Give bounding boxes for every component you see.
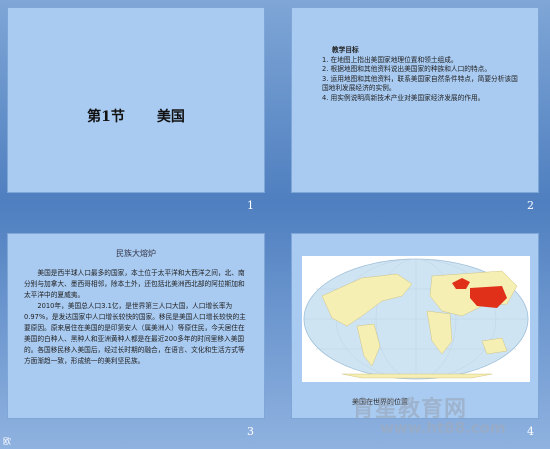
paragraph: 2010年，美国总人口3.1亿，是世界第三人口大国，人口增长率为0.97%，是发… — [24, 302, 246, 365]
slide-3-thumbnail[interactable]: 民族大熔炉 美国是西半球人口最多的国家，本土位于太平洋和大西洋之间，北、南分别与… — [7, 233, 265, 438]
world-map-image — [302, 256, 530, 382]
goal-item: 4. 用实例说明高新技术产业对美国家经济发展的作用。 — [322, 93, 485, 102]
slide-1-thumbnail[interactable]: 第1节 美国 1 — [7, 7, 265, 212]
slide-number: 1 — [247, 199, 254, 212]
slide-3-body: 美国是西半球人口最多的国家，本土位于太平洋和大西洋之间，北、南分别与加拿大、墨西… — [24, 268, 250, 367]
teaching-goals: 教学目标 1. 在地图上指出美国家地理位置和领土组成。 2. 根据地图和其他资料… — [322, 46, 522, 103]
goal-item: 2. 根据地图和其他资料说出美国家的种族和人口的特点。 — [322, 65, 492, 73]
slide-1-title: 第1节 美国 — [8, 106, 264, 126]
section-label: 第1节 — [87, 109, 125, 125]
slide-3-heading: 民族大熔炉 — [116, 249, 156, 258]
country-label: 美国 — [156, 109, 185, 125]
slide-2-thumbnail[interactable]: 教学目标 1. 在地图上指出美国家地理位置和领土组成。 2. 根据地图和其他资料… — [291, 7, 539, 212]
watermark-url: www.ht88.com — [380, 419, 506, 437]
slide-number: 2 — [527, 199, 534, 212]
slide-number: 3 — [247, 425, 254, 438]
slide-number: 4 — [527, 425, 534, 438]
goals-heading: 教学目标 — [332, 46, 359, 54]
goal-item: 3. 运用地图和其他资料，联系美国家自然条件特点，简要分析该国国地利发展经济的实… — [322, 74, 518, 93]
corner-text: 欧 — [3, 437, 11, 446]
goal-item: 1. 在地图上指出美国家地理位置和领土组成。 — [322, 55, 458, 64]
paragraph: 美国是西半球人口最多的国家，本土位于太平洋和大西洋之间，北、南分别与加拿大、墨西… — [24, 269, 245, 299]
